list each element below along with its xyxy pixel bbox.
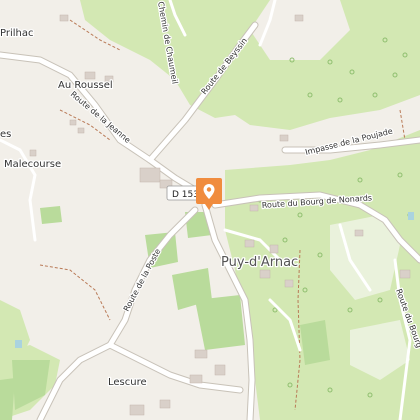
svg-text:D 153: D 153 [172, 190, 199, 200]
meadow-d [40, 206, 62, 224]
water-pond [15, 340, 22, 348]
meadow-h [300, 320, 330, 365]
place-label-au-roussel: Au Roussel [58, 80, 113, 91]
place-label-puy-darnac: Puy-d'Arnac [221, 255, 298, 270]
place-label-fragment: es [0, 129, 11, 140]
location-marker[interactable] [196, 178, 222, 212]
place-label-prilhac: Prilhac [0, 28, 34, 39]
place-label-malecourse: Malecourse [4, 159, 61, 170]
place-label-lescure: Lescure [108, 377, 147, 388]
map-pin-icon [196, 178, 222, 210]
map-view[interactable]: Prilhac Au Roussel es Malecourse Puy-d'A… [0, 0, 420, 420]
water-pond-east [408, 212, 414, 220]
